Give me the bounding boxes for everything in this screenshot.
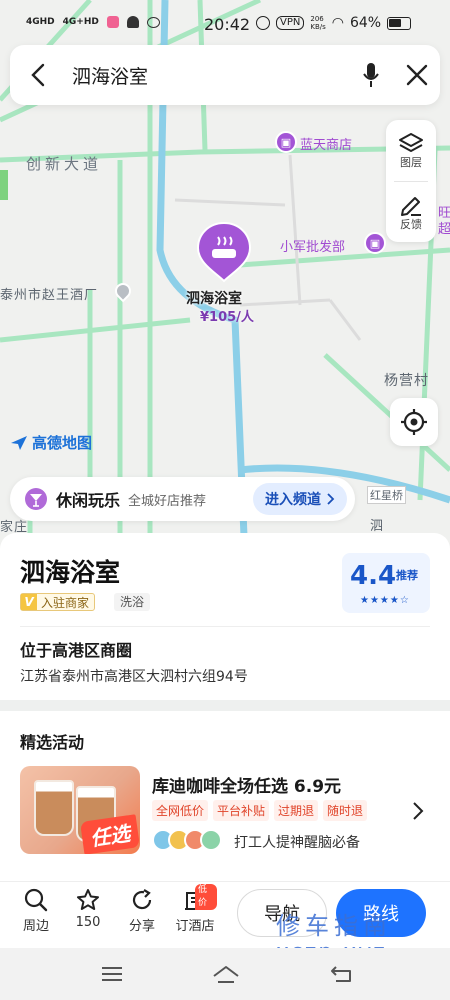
microphone-icon (363, 63, 379, 87)
battery-icon (387, 16, 412, 30)
marker-price: ¥105/人 (200, 310, 254, 325)
edit-pen-icon (401, 196, 421, 216)
signal-1: 4GHD (26, 16, 55, 27)
promo-image[interactable]: 任选 (20, 766, 140, 854)
activity-section-title: 精选活动 (20, 733, 85, 752)
leisure-title: 休闲玩乐 (56, 491, 121, 510)
marker-name[interactable]: 泗海浴室 (186, 288, 242, 308)
place-marker-icon[interactable] (196, 221, 252, 283)
system-nav-bar (0, 948, 450, 1000)
signal-2: 4G+HD (62, 16, 99, 27)
menu-icon[interactable] (100, 964, 124, 984)
poi-edge-label: 旺超 (438, 206, 450, 237)
favorite-count: 150 (75, 915, 101, 930)
amap-logo-text: 高德地图 (32, 434, 93, 452)
amap-logo-icon (11, 435, 27, 450)
feedback-button[interactable]: 反馈 (386, 182, 436, 243)
app-notification-icon (106, 16, 119, 28)
store-pin-icon[interactable]: ▣ (275, 131, 297, 153)
status-bar: 4GHD 4G+HD 20:42 VPN 206 KB/s ◠ 64% (0, 0, 450, 48)
promo-title[interactable]: 库迪咖啡全场任选 6.9元 (152, 772, 341, 797)
promo-tag: 平台补贴 (213, 800, 270, 821)
locate-button[interactable] (390, 398, 438, 446)
cocktail-icon (25, 488, 47, 510)
edge-label-bottom: 泗 (370, 519, 385, 534)
star-icon (77, 889, 99, 910)
crosshair-icon (401, 409, 427, 435)
low-price-badge: 低价 (195, 884, 217, 910)
rating-label: 推荐 (396, 569, 418, 582)
merchant-badge-label: 入驻商家 (41, 595, 90, 610)
nearby-label: 周边 (22, 919, 49, 934)
voice-button[interactable] (348, 45, 394, 105)
rating-box[interactable]: 4.4 推荐 ★★★★☆ (342, 553, 430, 613)
avatar (200, 829, 222, 851)
poi-store-label[interactable]: 蓝天商店 (300, 134, 352, 153)
buyer-avatars (152, 829, 222, 851)
favorite-button[interactable]: 150 (66, 888, 110, 930)
feedback-label: 反馈 (400, 217, 422, 231)
map-tools: 图层 反馈 (386, 120, 436, 242)
promo-tag: 全网低价 (152, 800, 209, 821)
rating-score: 4.4 (350, 561, 397, 591)
leisure-subtitle: 全城好店推荐 (128, 493, 207, 509)
business-area[interactable]: 位于高港区商圈 (20, 637, 132, 661)
poi-wholesale-label[interactable]: 小军批发部 (280, 236, 345, 255)
promo-chevron-right-icon[interactable] (412, 801, 424, 821)
close-icon (406, 64, 428, 86)
bell-icon (126, 16, 139, 28)
rating-stars: ★★★★☆ (360, 595, 410, 606)
factory-label[interactable]: 泰州市赵王酒厂 (0, 284, 98, 303)
search-icon (24, 888, 48, 912)
merchant-badge: V 入驻商家 (20, 593, 96, 611)
alarm-icon (256, 16, 270, 30)
share-label: 分享 (128, 919, 155, 934)
address[interactable]: 江苏省泰州市高港区大泗村六组94号 (20, 666, 248, 686)
layers-label: 图层 (400, 155, 422, 169)
back-arrow-icon (31, 63, 45, 87)
clock: 20:42 (204, 15, 251, 34)
enter-channel-label: 进入频道 (265, 492, 321, 508)
promo-image-tag: 任选 (79, 814, 140, 854)
chat-icon (146, 16, 160, 28)
promo-tag: 过期退 (274, 800, 319, 821)
promo-desc: 打工人提神醒脑必备 (234, 835, 360, 851)
layers-icon (399, 132, 423, 152)
hotel-label: 订酒店 (175, 919, 215, 934)
home-icon[interactable] (212, 964, 240, 984)
village-label: 杨营村 (384, 373, 429, 389)
vpn-badge: VPN (276, 16, 305, 30)
category-tag: 洗浴 (114, 593, 151, 611)
layers-button[interactable]: 图层 (386, 120, 436, 181)
road-label-main: 创新大道 (26, 155, 103, 173)
share-button[interactable]: 分享 (120, 888, 164, 934)
battery-percent: 64% (349, 15, 382, 31)
bridge-label: 红星桥 (367, 486, 406, 504)
vip-v-icon: V (21, 594, 37, 610)
activity-section: 精选活动 任选 库迪咖啡全场任选 6.9元 全网低价 平台补贴 过期退 随时退 … (0, 711, 450, 881)
enter-channel-button[interactable]: 进入频道 (253, 483, 347, 515)
wifi-icon: ◠ (331, 15, 344, 31)
hotel-button[interactable]: 低价 订酒店 (173, 884, 217, 934)
chevron-right-icon (327, 493, 335, 505)
search-input[interactable]: 泗海浴室 (66, 62, 348, 89)
amap-logo: 高德地图 (10, 432, 92, 453)
wholesale-pin-icon[interactable]: ▣ (364, 232, 386, 254)
leisure-banner[interactable]: 休闲玩乐 全城好店推荐 进入频道 (10, 477, 355, 521)
promo-tag: 随时退 (323, 800, 368, 821)
back-button[interactable] (10, 45, 66, 105)
nearby-button[interactable]: 周边 (14, 888, 58, 934)
place-name: 泗海浴室 (20, 558, 121, 587)
share-icon (132, 889, 152, 910)
net-speed: 206 KB/s (310, 15, 326, 31)
close-button[interactable] (394, 45, 440, 105)
place-detail-card: 泗海浴室 V 入驻商家 洗浴 4.4 推荐 ★★★★☆ 位于高港区商圈 江苏省泰… (0, 533, 450, 700)
watermark-text: 修车指南 (276, 912, 392, 940)
search-bar: 泗海浴室 (10, 45, 440, 105)
promo-tags: 全网低价 平台补贴 过期退 随时退 (152, 800, 368, 821)
back-nav-icon[interactable] (330, 964, 356, 984)
